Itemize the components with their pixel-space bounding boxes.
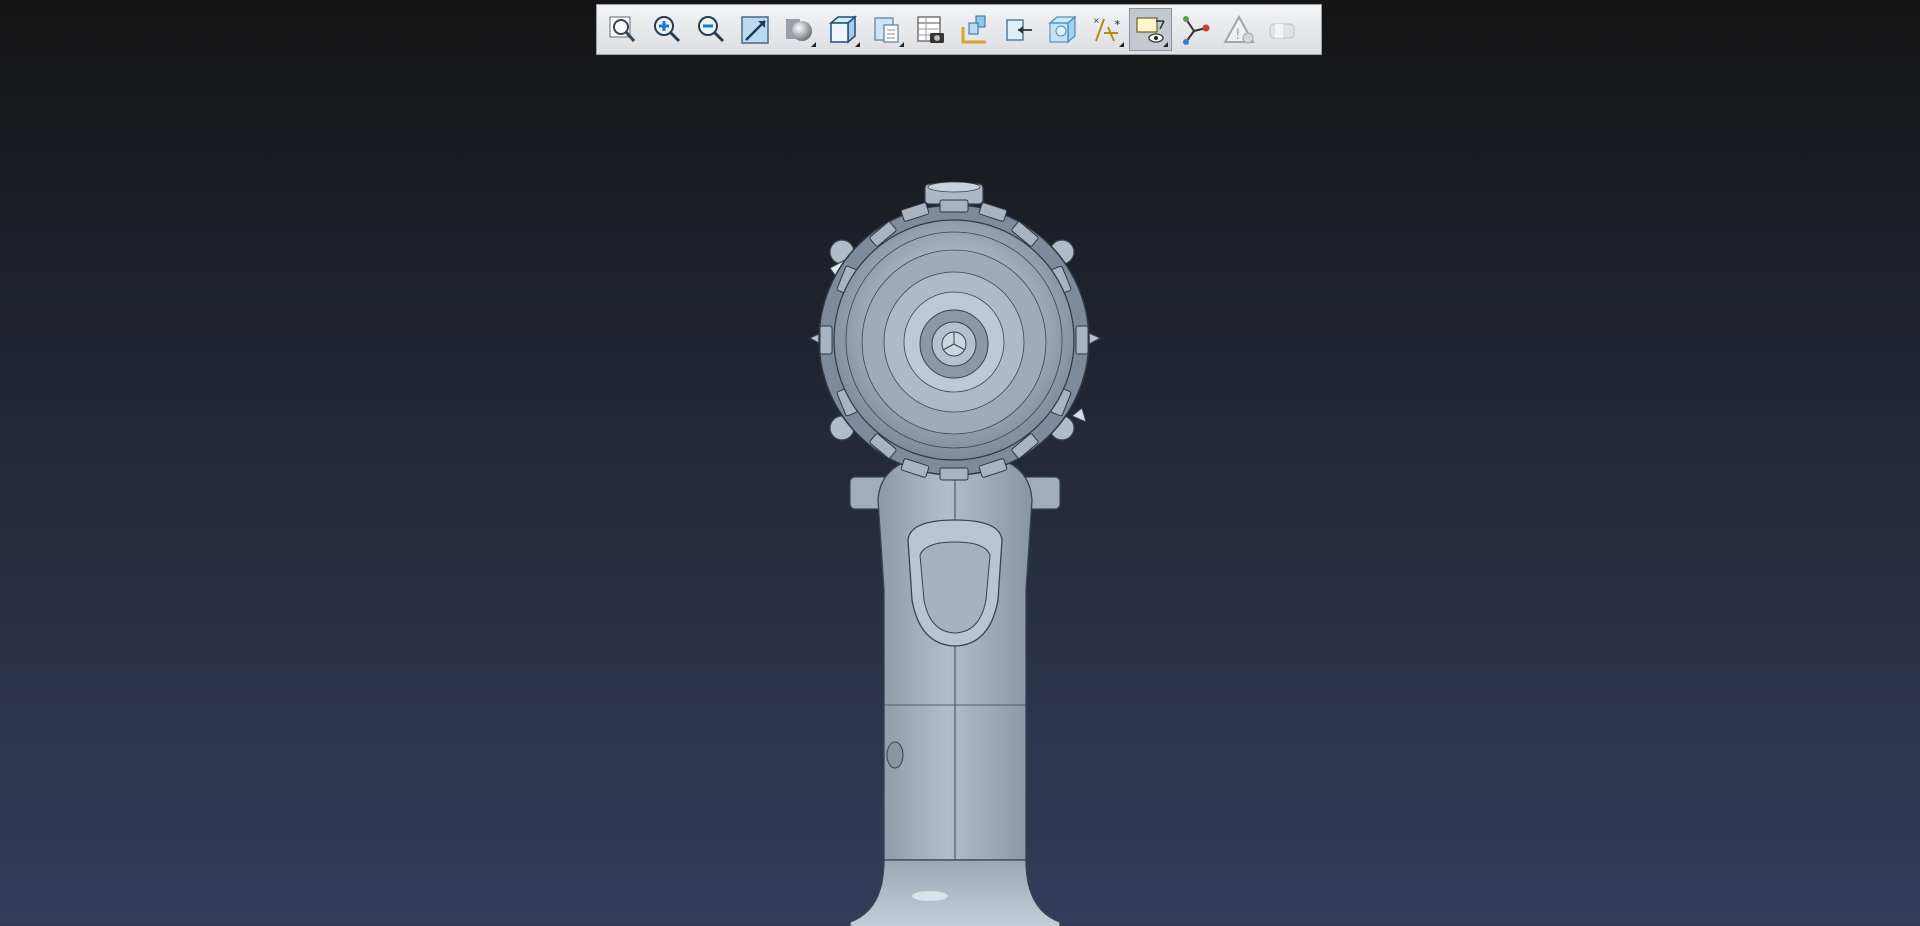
view-toolbar: × ∗ ! bbox=[596, 4, 1322, 55]
connection-nodes-icon bbox=[1182, 15, 1209, 45]
explode-parts-icon bbox=[961, 15, 986, 43]
section-arrow-icon bbox=[1005, 18, 1032, 41]
display-style-button[interactable] bbox=[777, 8, 820, 51]
shading-disabled-button[interactable] bbox=[1261, 8, 1304, 51]
view-orientation-button[interactable] bbox=[821, 8, 864, 51]
flyout-arrow-icon bbox=[899, 42, 904, 47]
table-camera-icon bbox=[916, 15, 944, 43]
connections-button[interactable] bbox=[1173, 8, 1216, 51]
warning-triangle-icon: ! bbox=[1222, 14, 1255, 43]
svg-text:×: × bbox=[1093, 16, 1100, 25]
snapshot-button[interactable] bbox=[909, 8, 952, 51]
transparency-button[interactable] bbox=[1041, 8, 1084, 51]
zoom-window-button[interactable] bbox=[733, 8, 776, 51]
zoom-out-button[interactable] bbox=[689, 8, 732, 51]
annotation-display-button[interactable] bbox=[1129, 8, 1172, 51]
view-manager-button[interactable] bbox=[865, 8, 908, 51]
section-button[interactable] bbox=[997, 8, 1040, 51]
zoom-out-icon bbox=[697, 15, 724, 42]
flyout-arrow-icon bbox=[1119, 42, 1124, 47]
trigger bbox=[919, 541, 991, 634]
zoom-fit-button[interactable] bbox=[601, 8, 644, 51]
magnifier-icon bbox=[609, 16, 635, 42]
warning-button[interactable]: ! bbox=[1217, 8, 1260, 51]
explode-button[interactable] bbox=[953, 8, 996, 51]
flyout-arrow-icon bbox=[855, 42, 860, 47]
battery-base bbox=[849, 859, 1061, 926]
zoom-window-icon bbox=[740, 15, 769, 44]
glass-cube-icon bbox=[1047, 15, 1077, 43]
svg-text:∗: ∗ bbox=[1114, 18, 1121, 27]
disabled-shape-icon bbox=[1268, 22, 1295, 39]
svg-text:!: ! bbox=[1235, 27, 1241, 43]
flyout-arrow-icon bbox=[1163, 42, 1168, 47]
drill-model bbox=[808, 181, 1102, 926]
zoom-in-button[interactable] bbox=[645, 8, 688, 51]
side-hole bbox=[886, 741, 904, 769]
flyout-arrow-icon bbox=[811, 42, 816, 47]
3d-viewport[interactable] bbox=[0, 60, 1920, 926]
datum-display-button[interactable]: × ∗ bbox=[1085, 8, 1128, 51]
zoom-in-icon bbox=[653, 15, 680, 42]
